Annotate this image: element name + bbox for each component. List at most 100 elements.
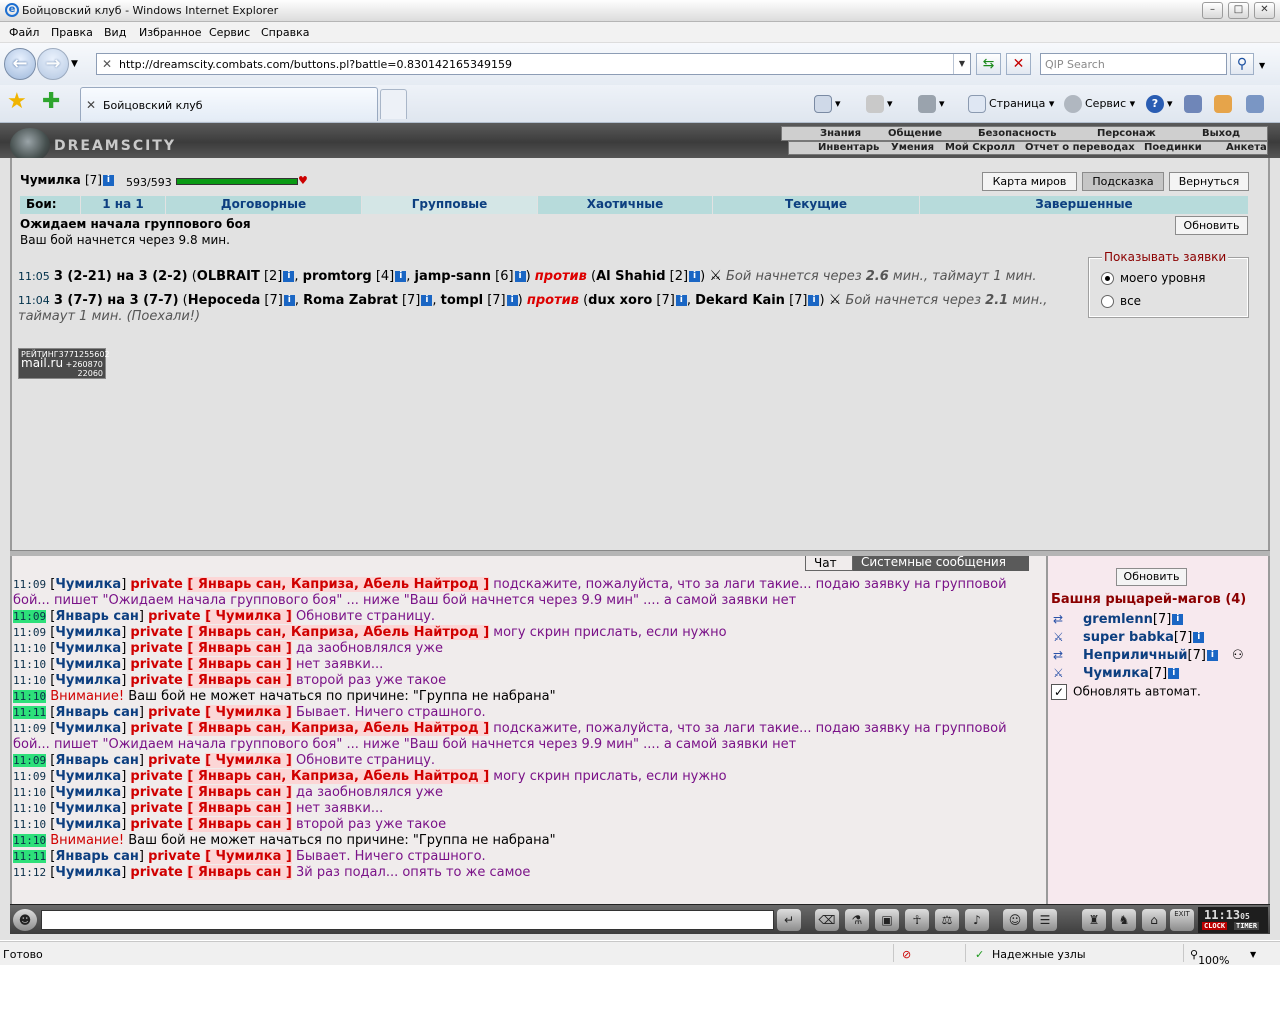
nav-skills[interactable]: Умения	[891, 142, 934, 153]
fighter-name[interactable]: dux xoro	[588, 293, 652, 308]
recipient-list[interactable]: [ Январь сан, Каприза, Абель Найтрод ]	[187, 577, 490, 592]
room-person[interactable]: ⚔ super babka[7] i	[1053, 630, 1205, 645]
private-recipients[interactable]: private [ Январь сан ]	[130, 785, 292, 800]
auto-refresh[interactable]: ✓ Обновлять автомат.	[1051, 684, 1201, 700]
recipient-list[interactable]: [ Январь сан, Каприза, Абель Найтрод ]	[187, 625, 490, 640]
recipient-list[interactable]: [ Январь сан ]	[187, 785, 292, 800]
nav-transfer-report[interactable]: Отчет о переводах	[1025, 142, 1135, 153]
auto-refresh-checkbox[interactable]: ✓	[1051, 684, 1067, 700]
fighter-name[interactable]: jamp-sann	[415, 269, 492, 284]
filter-icon[interactable]: ⚗	[845, 909, 869, 931]
history-dropdown-icon[interactable]: ▼	[71, 59, 78, 69]
info-icon[interactable]: i	[1172, 614, 1184, 625]
tab-finished[interactable]: Завершенные	[919, 196, 1248, 214]
tab-current[interactable]: Текущие	[712, 196, 919, 214]
address-bar[interactable]: ✕ http://dreamscity.combats.com/buttons.…	[96, 53, 971, 75]
refresh-icon[interactable]: ⇆	[976, 53, 1001, 75]
tab-chaotic[interactable]: Хаотичные	[537, 196, 712, 214]
translit-icon[interactable]: ⚖	[935, 909, 959, 931]
room-person[interactable]: ⇄ gremlenn[7] i	[1053, 612, 1184, 627]
private-recipients[interactable]: private [ Январь сан ]	[130, 817, 292, 832]
room-person[interactable]: ⚔ Чумилка[7] i	[1053, 666, 1180, 681]
option-my-level[interactable]: моего уровня	[1101, 271, 1205, 285]
nav-inventory[interactable]: Инвентарь	[818, 142, 879, 153]
new-tab-button[interactable]	[380, 89, 407, 119]
sound-icon[interactable]: ♪	[965, 909, 989, 931]
author-nick[interactable]: Январь сан	[55, 705, 139, 720]
message-author[interactable]: [Январь сан]	[50, 849, 144, 864]
back-button[interactable]: ←	[4, 48, 36, 80]
character-icon[interactable]: ♞	[1112, 909, 1136, 931]
tab-system-messages[interactable]: Системные сообщения	[853, 556, 1029, 571]
option-all[interactable]: все	[1101, 294, 1141, 308]
fighter-name[interactable]: promtorg	[303, 269, 372, 284]
private-recipients[interactable]: private [ Чумилка ]	[148, 753, 292, 768]
favorites-star-icon[interactable]: ★	[7, 91, 27, 113]
close-button[interactable]: ✕	[1254, 2, 1275, 19]
recipient-list[interactable]: [ Январь сан ]	[187, 817, 292, 832]
fighter-name[interactable]: OLBRAIT	[197, 269, 260, 284]
private-recipients[interactable]: private [ Январь сан, Каприза, Абель Най…	[130, 577, 490, 592]
author-nick[interactable]: Чумилка	[55, 673, 121, 688]
privacy-icon[interactable]: ⊘	[902, 948, 911, 961]
world-map-button[interactable]: Карта миров	[982, 172, 1077, 191]
author-nick[interactable]: Чумилка	[55, 801, 121, 816]
person-name[interactable]: gremlenn	[1083, 612, 1153, 627]
toolbar-extra-1[interactable]	[1184, 95, 1205, 115]
recipient-list[interactable]: [ Январь сан, Каприза, Абель Найтрод ]	[187, 721, 490, 736]
author-nick[interactable]: Чумилка	[55, 769, 121, 784]
private-recipients[interactable]: private [ Январь сан ]	[130, 801, 292, 816]
message-author[interactable]: [Чумилка]	[50, 865, 126, 880]
timer-label[interactable]: TIMER	[1234, 922, 1260, 930]
message-author[interactable]: [Чумилка]	[50, 577, 126, 592]
smiles-icon[interactable]: ☺	[1003, 909, 1027, 931]
recipient-list[interactable]: [ Чумилка ]	[205, 609, 292, 624]
info-icon[interactable]: i	[421, 295, 433, 306]
smile-head-icon[interactable]: ☻	[13, 909, 37, 931]
person-name[interactable]: Неприличный	[1083, 648, 1188, 663]
author-nick[interactable]: Чумилка	[55, 817, 121, 832]
recipient-list[interactable]: [ Январь сан ]	[187, 801, 292, 816]
nav-knowledge[interactable]: Знания	[820, 128, 861, 139]
room-refresh-button[interactable]: Обновить	[1116, 568, 1187, 586]
menu-tools[interactable]: Сервис	[209, 26, 250, 39]
info-icon[interactable]: i	[675, 295, 687, 306]
feeds-button[interactable]: ▾	[866, 95, 893, 115]
message-author[interactable]: [Чумилка]	[50, 625, 126, 640]
person-name[interactable]: super babka	[1083, 630, 1174, 645]
author-nick[interactable]: Чумилка	[55, 865, 121, 880]
private-recipients[interactable]: private [ Январь сан, Каприза, Абель Най…	[130, 625, 490, 640]
author-nick[interactable]: Чумилка	[55, 785, 121, 800]
message-author[interactable]: [Чумилка]	[50, 785, 126, 800]
menu-view[interactable]: Вид	[104, 26, 126, 39]
private-recipients[interactable]: private [ Январь сан ]	[130, 865, 292, 880]
nav-security[interactable]: Безопасность	[978, 128, 1057, 139]
author-nick[interactable]: Чумилка	[55, 625, 121, 640]
message-author[interactable]: [Чумилка]	[50, 721, 126, 736]
zoom-dropdown-icon[interactable]: ▼	[1250, 950, 1256, 959]
room-person[interactable]: ⇄ Неприличный[7] i ⚇	[1053, 648, 1244, 663]
menu-file[interactable]: Файл	[9, 26, 39, 39]
refresh-button[interactable]: Обновить	[1175, 216, 1248, 235]
recipient-list[interactable]: [ Чумилка ]	[205, 849, 292, 864]
toolbar-extra-2[interactable]	[1214, 95, 1235, 115]
recipient-list[interactable]: [ Чумилка ]	[205, 705, 292, 720]
author-nick[interactable]: Январь сан	[55, 609, 139, 624]
crossed-swords-icon[interactable]: ⚔	[709, 268, 722, 284]
fighter-name[interactable]: Al Shahid	[596, 269, 665, 284]
fighter-name[interactable]: tompl	[441, 293, 483, 308]
crossed-swords-icon[interactable]: ⚔	[829, 292, 842, 308]
recipient-list[interactable]: [ Январь сан ]	[187, 673, 292, 688]
info-icon[interactable]: i	[395, 271, 407, 282]
eraser-icon[interactable]: ⌫	[815, 909, 839, 931]
recipient-list[interactable]: [ Январь сан ]	[187, 657, 292, 672]
send-icon[interactable]: ↵	[777, 909, 801, 931]
add-favorites-icon[interactable]: ✚	[42, 91, 60, 113]
save-icon[interactable]: ▣	[875, 909, 899, 931]
recipient-list[interactable]: [ Чумилка ]	[205, 753, 292, 768]
author-nick[interactable]: Январь сан	[55, 849, 139, 864]
home-button[interactable]: ▾	[814, 95, 841, 115]
print-button[interactable]: ▾	[918, 95, 945, 115]
info-icon[interactable]: i	[102, 175, 114, 186]
page-menu[interactable]: Страница ▾	[968, 95, 1054, 115]
